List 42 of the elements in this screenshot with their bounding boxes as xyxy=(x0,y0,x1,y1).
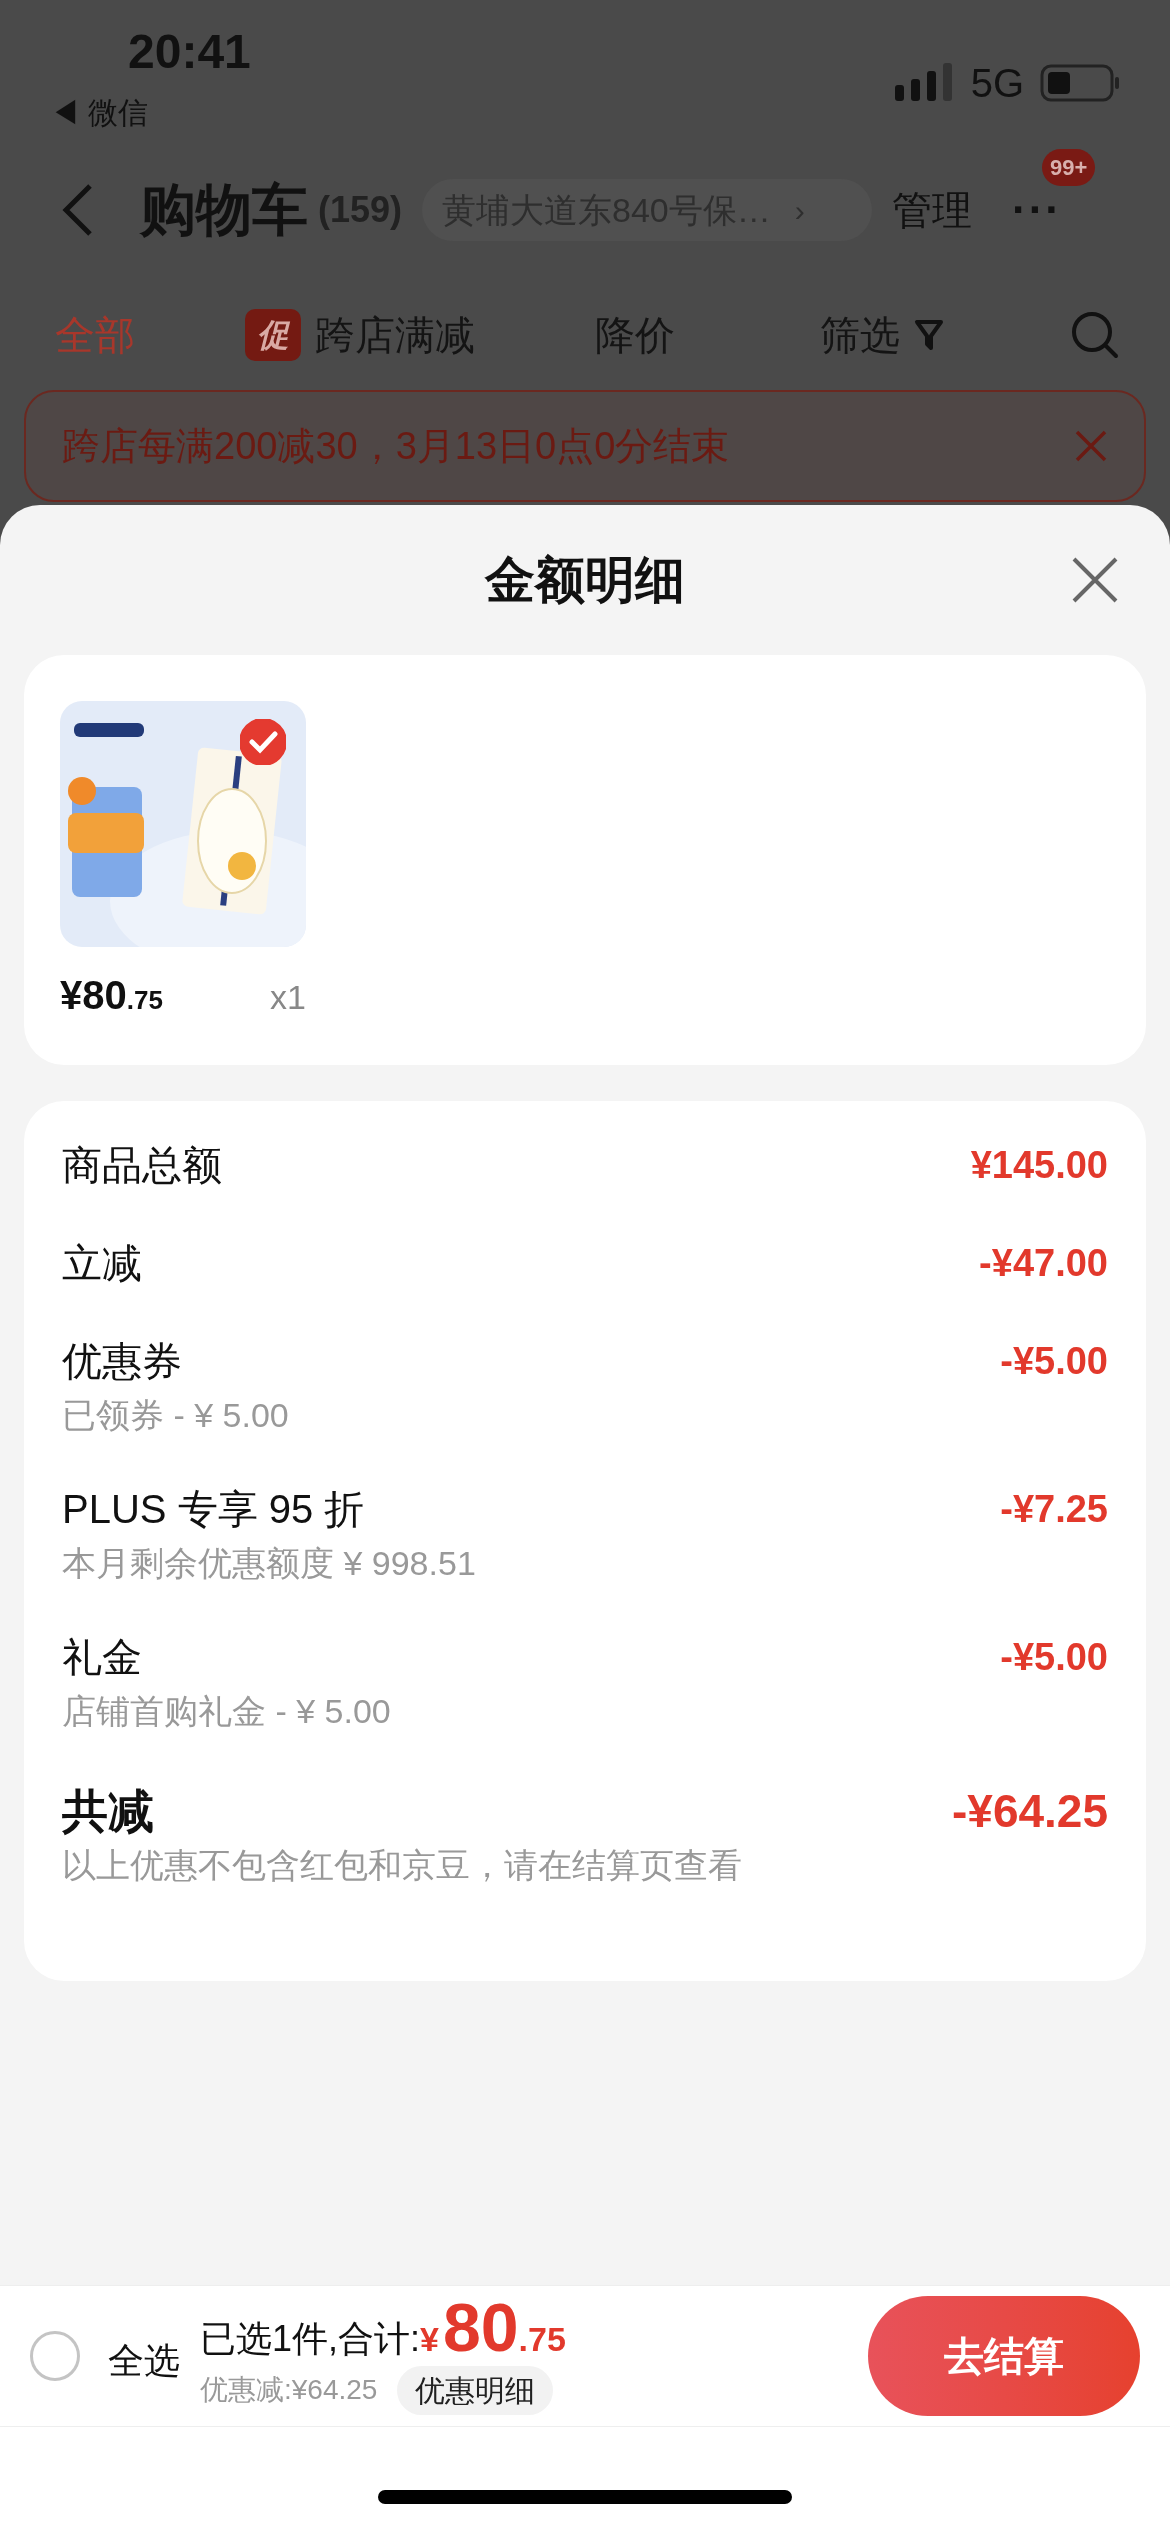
product-quantity: x1 xyxy=(270,977,306,1018)
breakdown-note: 本月剩余优惠额度 ¥ 998.51 xyxy=(62,1543,476,1583)
signal-icon xyxy=(894,63,955,103)
promo-tag: 促 xyxy=(245,309,301,361)
select-all-label: 全选 xyxy=(108,2339,180,2383)
breakdown-label: 礼金 xyxy=(62,1634,143,1681)
discount-summary: 优惠减:¥64.25 xyxy=(200,2373,378,2407)
radio-button[interactable] xyxy=(30,2331,80,2381)
chevron-icon: › xyxy=(794,187,805,233)
sheet-title: 金额明细 xyxy=(485,550,685,610)
close-icon[interactable] xyxy=(1070,555,1120,605)
checkbox-icon[interactable] xyxy=(240,719,286,765)
breakdown-amount: ¥145.00 xyxy=(970,1143,1108,1188)
product-price: ¥80.75 xyxy=(60,972,163,1019)
breakdown-label: 立减 xyxy=(62,1240,142,1287)
filter-icon xyxy=(914,318,944,352)
breakdown-amount: -¥7.25 xyxy=(1000,1487,1108,1532)
breakdown-label: 商品总额 xyxy=(62,1142,222,1189)
breakdown-note: 店铺首购礼金 - ¥ 5.00 xyxy=(62,1691,391,1731)
discount-details-button[interactable]: 优惠明细 xyxy=(397,2365,554,2415)
battery-icon xyxy=(1040,63,1120,103)
status-time: 20:41 xyxy=(127,28,251,76)
total-price: ¥80.75 xyxy=(420,2291,566,2365)
search-icon[interactable] xyxy=(1070,310,1120,360)
page-title: 购物车 xyxy=(140,177,308,243)
back-to-app-link[interactable]: ◀ 微信 xyxy=(50,90,251,135)
network-label: 5G xyxy=(970,60,1024,107)
breakdown-note: 已领券 - ¥ 5.00 xyxy=(62,1395,289,1435)
breakdown-amount: -¥5.00 xyxy=(1000,1339,1108,1384)
breakdown-amount: -¥64.25 xyxy=(952,1787,1108,1835)
breakdown-note: 以上优惠不包含红包和京豆，请在结算页查看 xyxy=(62,1845,742,1885)
selection-summary: 已选1件,合计: xyxy=(200,2316,421,2361)
tab[interactable]: 全部 xyxy=(55,305,135,365)
notification-badge: 99+ xyxy=(1042,149,1096,186)
manage-button[interactable]: 管理 xyxy=(892,180,973,240)
breakdown-amount: -¥47.00 xyxy=(979,1241,1108,1286)
breakdown-amount: -¥5.00 xyxy=(1000,1635,1108,1680)
more-button[interactable]: ··· xyxy=(1012,185,1062,234)
breakdown-label: 优惠券 xyxy=(62,1338,183,1385)
breakdown-label: 共减 xyxy=(62,1787,155,1835)
checkout-button[interactable]: 去结算 xyxy=(868,2296,1140,2416)
breakdown-label: PLUS 专享 95 折 xyxy=(62,1486,366,1533)
